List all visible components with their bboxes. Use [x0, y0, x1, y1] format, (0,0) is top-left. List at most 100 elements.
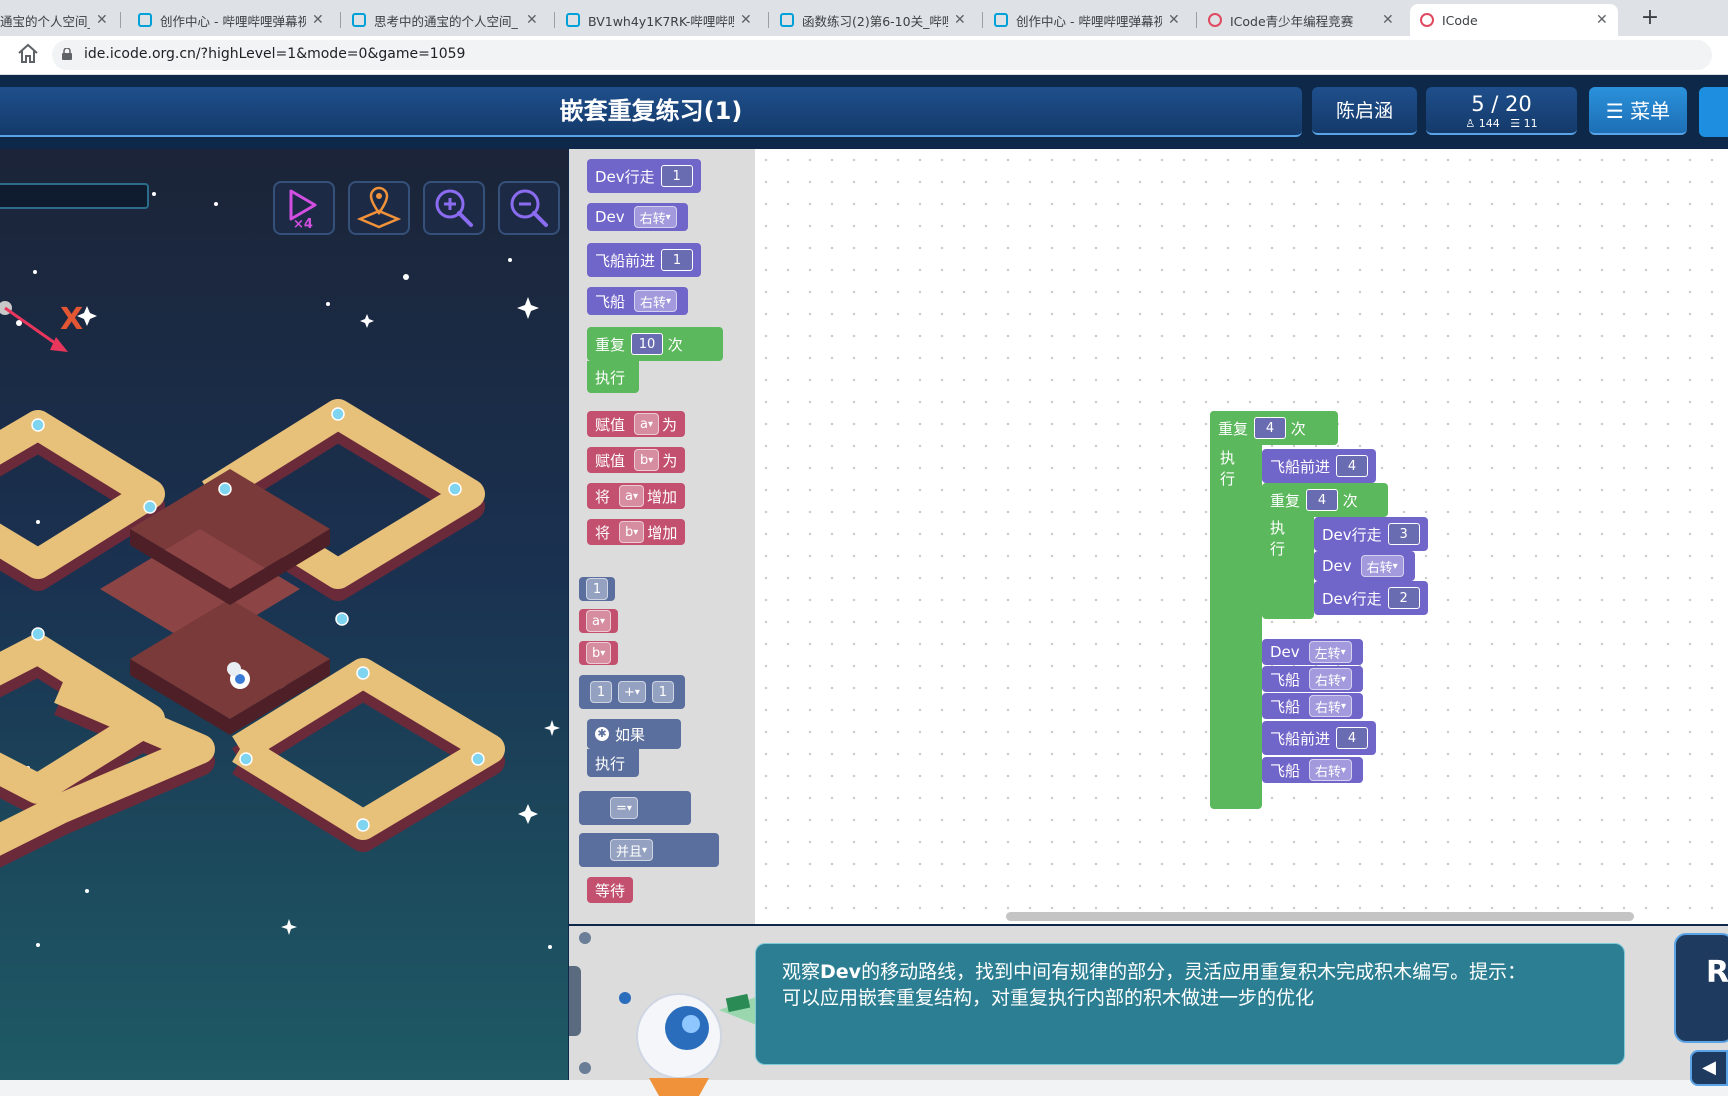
progress-value: 5 / 20	[1471, 92, 1532, 116]
close-tab-icon[interactable]: ✕	[954, 12, 966, 28]
close-tab-icon[interactable]: ✕	[1596, 12, 1608, 28]
repeat-count[interactable]: 4	[1254, 417, 1287, 439]
block-number[interactable]: 1	[661, 249, 694, 271]
turn-dropdown[interactable]: 右转	[1360, 555, 1404, 577]
dev-walk-block[interactable]: Dev行走 3	[1314, 517, 1428, 551]
block-number[interactable]: 1	[660, 165, 693, 187]
menu-button[interactable]: ☰ 菜单	[1589, 87, 1687, 135]
dev-turn-block[interactable]: Dev 右转	[1314, 551, 1415, 581]
turn-dropdown[interactable]: 右转	[1309, 695, 1353, 717]
palette-dev-turn-block[interactable]: Dev 右转	[587, 203, 688, 231]
palette-assign-a-block[interactable]: 赋值 a为	[587, 411, 686, 437]
user-button[interactable]: 陈启涵	[1312, 87, 1417, 135]
block-label: 次	[1290, 419, 1306, 438]
block-number[interactable]: 3	[1387, 523, 1420, 545]
var-dropdown[interactable]: a	[619, 485, 645, 507]
outer-repeat-spine	[1210, 411, 1262, 809]
turn-dropdown[interactable]: 右转	[633, 206, 677, 228]
run-button-label: Ri	[1706, 955, 1728, 990]
palette-if-block[interactable]: ✱ 如果 执行	[587, 719, 681, 781]
palette-dev-walk-block[interactable]: Dev行走 1	[587, 159, 701, 193]
var-dropdown[interactable]: b	[634, 449, 660, 471]
operator-dropdown[interactable]: +	[618, 681, 646, 703]
browser-tab[interactable]: 通宝的个人空间_ ✕	[0, 4, 118, 36]
close-tab-icon[interactable]: ✕	[96, 12, 108, 28]
ship-turn-block[interactable]: 飞船 右转	[1262, 666, 1364, 692]
palette-ship-turn-block[interactable]: 飞船 右转	[587, 287, 689, 315]
close-tab-icon[interactable]: ✕	[1382, 12, 1394, 28]
operator-dropdown[interactable]: 并且	[610, 839, 654, 861]
palette-repeat-block[interactable]: 重复 10 次 执行	[587, 327, 723, 397]
home-icon[interactable]	[16, 42, 40, 66]
var-dropdown[interactable]: a	[634, 413, 660, 435]
browser-tab[interactable]: ICode青少年编程竞赛 ✕	[1198, 4, 1404, 36]
var-dropdown[interactable]: b	[586, 642, 612, 664]
dev-walk-block[interactable]: Dev行走 2	[1314, 581, 1428, 615]
turn-dropdown[interactable]: 右转	[634, 290, 678, 312]
block-label: 飞船	[1270, 670, 1301, 689]
palette-var-b-block[interactable]: b	[579, 641, 619, 665]
var-dropdown[interactable]: a	[586, 610, 611, 632]
close-tab-icon[interactable]: ✕	[312, 12, 324, 28]
operator-dropdown[interactable]: =	[610, 797, 638, 819]
stat-b: 11	[1523, 117, 1538, 130]
hint-collapse-tab[interactable]	[569, 966, 581, 1036]
game-stage[interactable]: ×4 X	[0, 149, 568, 1080]
palette-number-block[interactable]: 1	[579, 577, 615, 601]
repeat-count[interactable]: 4	[1306, 489, 1339, 511]
block-label: 为	[662, 415, 678, 434]
ship-turn-block[interactable]: 飞船 右转	[1262, 693, 1364, 719]
level-title: 嵌套重复练习(1)	[0, 87, 1302, 137]
var-dropdown[interactable]: b	[619, 521, 645, 543]
side-tab-edge[interactable]	[1699, 87, 1728, 137]
block-label: 重复	[1218, 419, 1249, 438]
browser-tab[interactable]: 函数练习(2)第6-10关_哔哩 ✕	[770, 4, 976, 36]
palette-ship-forward-block[interactable]: 飞船前进 1	[587, 243, 702, 277]
turn-dropdown[interactable]: 右转	[1309, 668, 1353, 690]
number-value[interactable]: 1	[590, 681, 612, 703]
close-tab-icon[interactable]: ✕	[740, 12, 752, 28]
browser-tab[interactable]: 创作中心 - 哔哩哔哩弹幕视 ✕	[128, 4, 334, 36]
new-tab-button[interactable]: +	[1636, 4, 1664, 32]
palette-assign-b-block[interactable]: 赋值 b为	[587, 447, 686, 473]
palette-var-a-block[interactable]: a	[579, 609, 618, 633]
ship-turn-block[interactable]: 飞船 右转	[1262, 757, 1364, 783]
turn-dropdown[interactable]: 右转	[1309, 759, 1353, 781]
close-tab-icon[interactable]: ✕	[526, 12, 538, 28]
turn-dropdown[interactable]: 左转	[1308, 641, 1352, 663]
block-label: 重复	[1270, 491, 1301, 510]
dev-turn-block[interactable]: Dev 左转	[1262, 639, 1363, 665]
block-number[interactable]: 2	[1387, 587, 1420, 609]
menu-label: 菜单	[1630, 99, 1671, 123]
block-number[interactable]: 4	[1336, 455, 1369, 477]
block-label: 重复	[595, 335, 626, 354]
palette-wait-block[interactable]: 等待	[587, 877, 634, 903]
browser-tab-active[interactable]: ICode ✕	[1410, 4, 1618, 36]
block-number[interactable]: 4	[1336, 727, 1369, 749]
bilibili-icon	[566, 13, 580, 27]
block-palette: Dev行走1 Dev右转 飞船前进1 飞船右转 重复10 次 执行 赋值a为 赋…	[569, 149, 755, 924]
run-button[interactable]: Ri	[1674, 933, 1728, 1043]
palette-increment-a-block[interactable]: 将a增加	[587, 483, 686, 509]
close-tab-icon[interactable]: ✕	[1168, 12, 1180, 28]
sound-toggle-button[interactable]: ◀	[1690, 1050, 1728, 1086]
browser-tab[interactable]: 创作中心 - 哔哩哔哩弹幕视 ✕	[984, 4, 1190, 36]
block-label: 飞船前进	[595, 251, 656, 270]
block-number[interactable]: 10	[631, 333, 664, 355]
palette-increment-b-block[interactable]: 将b增加	[587, 519, 686, 545]
browser-tab[interactable]: BV1wh4y1K7RK-哔哩哔哩 ✕	[556, 4, 762, 36]
url-field[interactable]: ide.icode.org.cn/?highLevel=1&mode=0&gam…	[52, 40, 1712, 70]
palette-compare-block[interactable]: =	[579, 791, 691, 825]
palette-and-block[interactable]: 并且	[579, 833, 719, 867]
tab-title: 通宝的个人空间_	[0, 13, 90, 29]
number-value[interactable]: 1	[651, 681, 674, 703]
number-value[interactable]: 1	[586, 578, 608, 600]
workspace-horizontal-scrollbar[interactable]	[1006, 912, 1634, 921]
level-progress[interactable]: 5 / 20 ♙ 144 ☰ 11	[1426, 87, 1577, 135]
ship-forward-block[interactable]: 飞船前进 4	[1262, 721, 1377, 755]
browser-tab[interactable]: 思考中的通宝的个人空间_ ✕	[342, 4, 548, 36]
ship-forward-block[interactable]: 飞船前进 4	[1262, 449, 1377, 483]
gear-icon: ✱	[595, 727, 609, 741]
palette-arithmetic-block[interactable]: 1 + 1	[579, 675, 685, 709]
code-workspace[interactable]: 重复 4 次 执行 飞船前进 4 重复 4 次 执行 Dev行走 3 Dev 右转	[755, 149, 1728, 958]
